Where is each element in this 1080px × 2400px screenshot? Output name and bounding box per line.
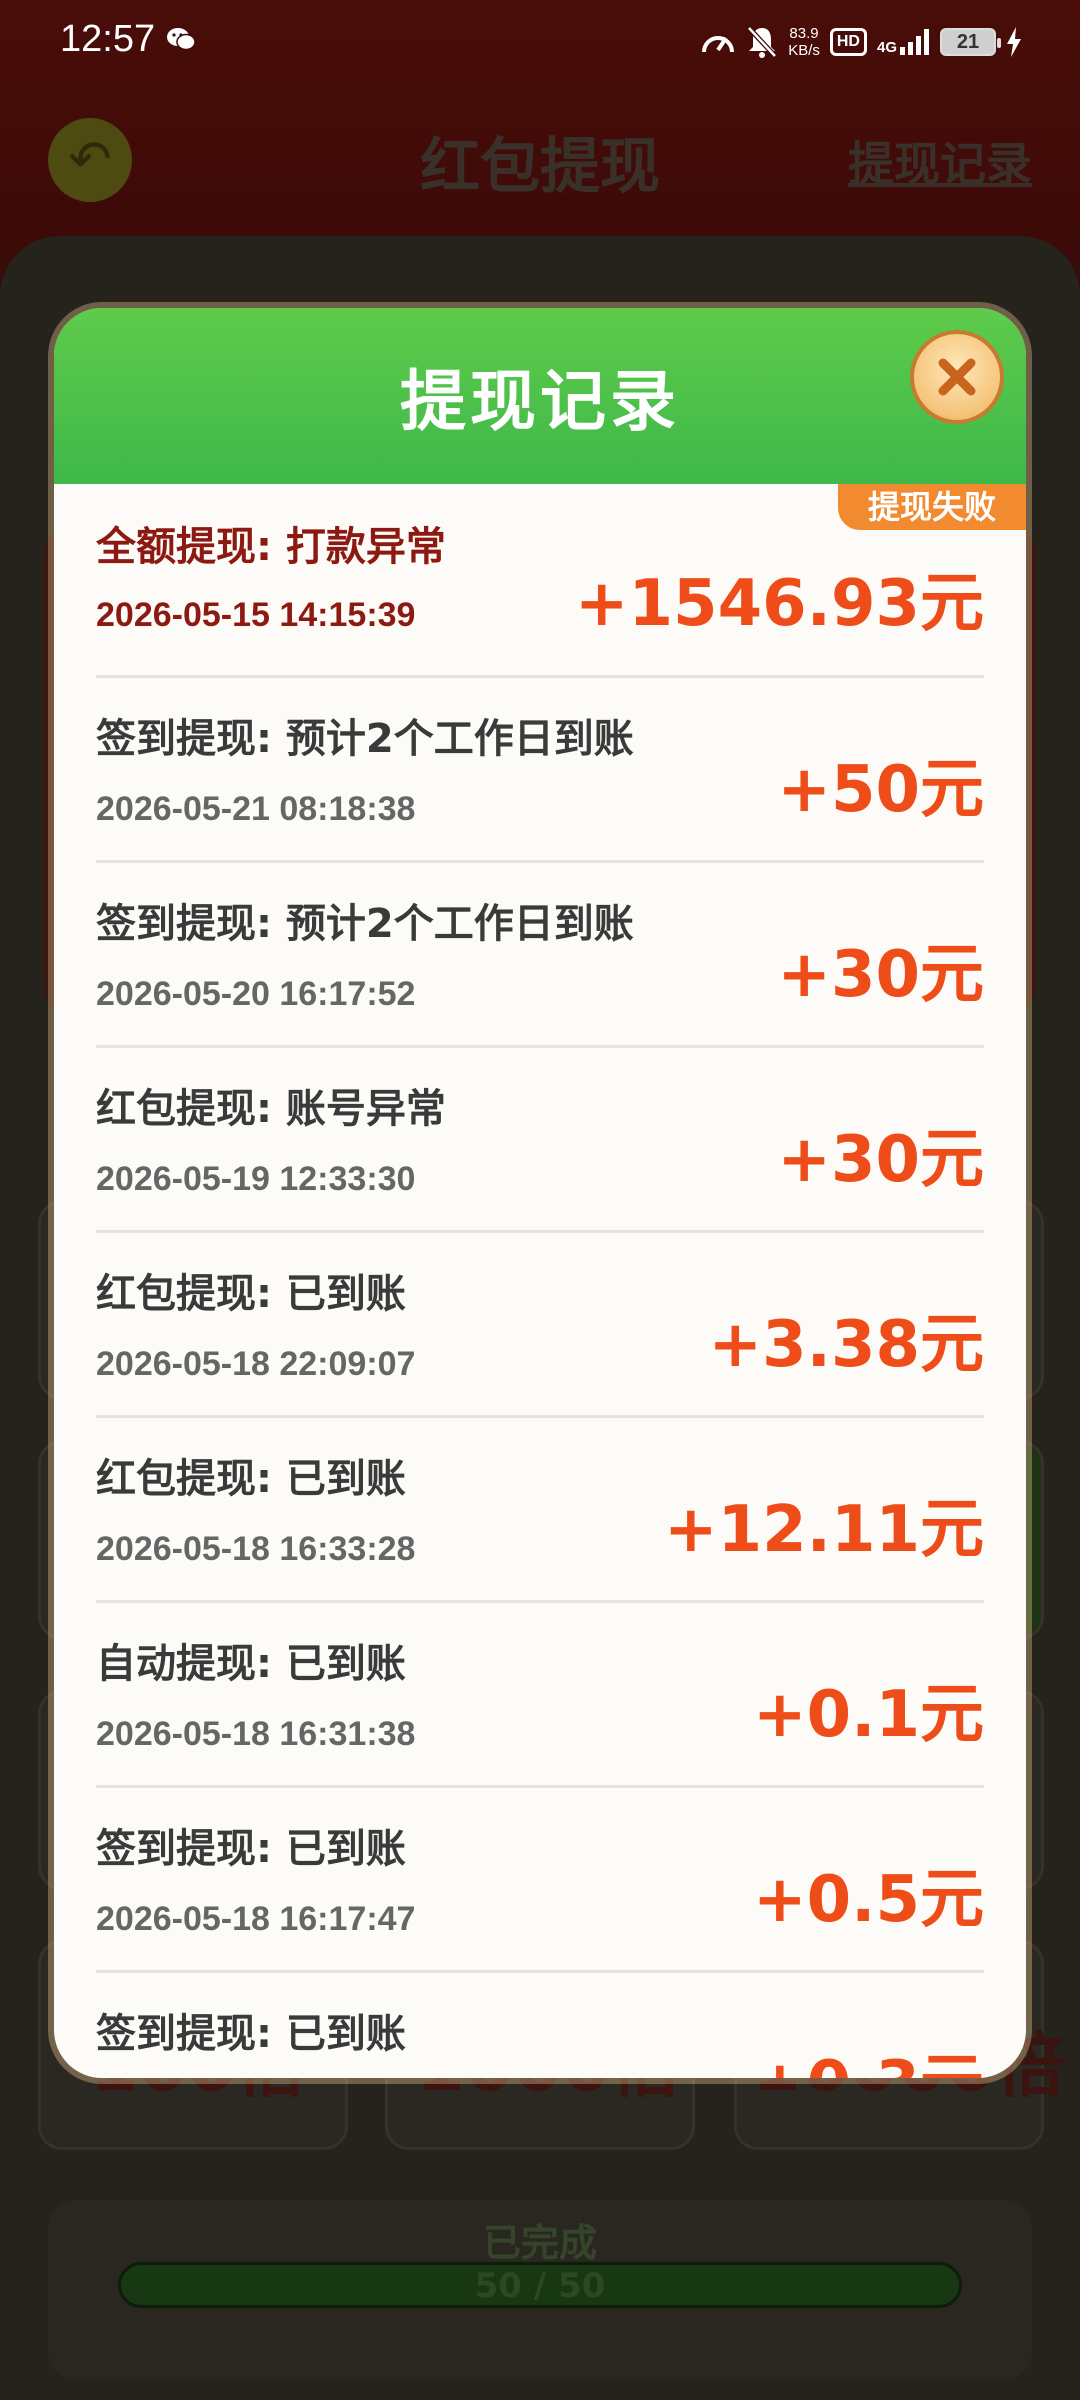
signal-bars-icon bbox=[900, 29, 929, 55]
record-amount: +0.1元 bbox=[753, 1678, 984, 1752]
mute-bell-icon bbox=[747, 26, 778, 58]
record-amount: +0.3元 bbox=[753, 2033, 984, 2078]
record-item[interactable]: 签到提现: 预计2个工作日到账 2026-05-20 16:17:52 +30元 bbox=[96, 863, 984, 1048]
modal-header: 提现记录 bbox=[54, 308, 1026, 484]
charging-bolt-icon bbox=[1007, 27, 1021, 57]
modal-title: 提现记录 bbox=[400, 363, 680, 440]
record-time: 2026-05-20 16:17:52 bbox=[96, 975, 416, 1013]
net-speed-unit: KB/s bbox=[788, 42, 820, 59]
record-item[interactable]: 红包提现: 已到账 2026-05-18 16:33:28 +12.11元 bbox=[96, 1418, 984, 1603]
record-time: 2026-05-19 12:33:30 bbox=[96, 1160, 416, 1198]
close-icon bbox=[938, 358, 976, 396]
record-title: 红包提现: 已到账 bbox=[96, 1456, 406, 1502]
record-item[interactable]: 签到提现: 已到账 +0.3元 bbox=[96, 1973, 984, 2078]
record-item[interactable]: 红包提现: 已到账 2026-05-18 22:09:07 +3.38元 bbox=[96, 1233, 984, 1418]
record-title: 自动提现: 已到账 bbox=[96, 1641, 406, 1687]
status-time: 12:57 bbox=[60, 18, 156, 60]
close-button[interactable] bbox=[910, 330, 1004, 424]
battery-icon: 21 bbox=[940, 28, 1001, 56]
done-label: 已完成 bbox=[482, 2221, 597, 2265]
record-time: 2026-05-18 16:31:38 bbox=[96, 1715, 416, 1753]
record-amount: +3.38元 bbox=[708, 1308, 984, 1382]
withdraw-record-link[interactable]: 提现记录 bbox=[848, 128, 1032, 194]
record-amount: +30元 bbox=[777, 1123, 984, 1197]
record-item[interactable]: 红包提现: 账号异常 2026-05-19 12:33:30 +30元 bbox=[96, 1048, 984, 1233]
record-title: 全额提现: 打款异常 bbox=[96, 524, 446, 570]
status-bar: 12:57 83.9 KB/s HD 4G 21 bbox=[0, 0, 1080, 82]
record-time: 2026-05-15 14:15:39 bbox=[96, 596, 416, 634]
record-amount: +30元 bbox=[777, 938, 984, 1012]
record-title: 红包提现: 账号异常 bbox=[96, 1086, 446, 1132]
record-item[interactable]: 签到提现: 预计2个工作日到账 2026-05-21 08:18:38 +50元 bbox=[96, 678, 984, 863]
record-list[interactable]: 全额提现: 打款异常 2026-05-15 14:15:39 +1546.93元… bbox=[96, 484, 984, 2078]
record-title: 签到提现: 预计2个工作日到账 bbox=[96, 901, 634, 947]
record-time: 2026-05-18 22:09:07 bbox=[96, 1345, 416, 1383]
record-amount: +0.5元 bbox=[753, 1863, 984, 1937]
speedometer-icon bbox=[702, 36, 735, 53]
net-speed-value: 83.9 bbox=[789, 25, 819, 42]
record-time: 2026-05-18 16:33:28 bbox=[96, 1530, 416, 1568]
status-icons: 83.9 KB/s HD 4G 21 bbox=[700, 22, 1022, 62]
progress-text: 50 / 50 bbox=[474, 2266, 606, 2306]
record-amount: +12.11元 bbox=[663, 1493, 984, 1567]
record-item[interactable]: 自动提现: 已到账 2026-05-18 16:31:38 +0.1元 bbox=[96, 1603, 984, 1788]
record-title: 签到提现: 已到账 bbox=[96, 1826, 406, 1872]
record-time: 2026-05-18 16:17:47 bbox=[96, 1900, 416, 1938]
hd-badge: HD bbox=[829, 28, 867, 56]
record-title: 签到提现: 已到账 bbox=[96, 2011, 406, 2057]
record-amount: +1546.93元 bbox=[574, 567, 984, 641]
record-amount: +50元 bbox=[777, 753, 984, 827]
wechat-icon bbox=[167, 28, 196, 51]
record-item[interactable]: 全额提现: 打款异常 2026-05-15 14:15:39 +1546.93元 bbox=[96, 484, 984, 678]
record-item[interactable]: 签到提现: 已到账 2026-05-18 16:17:47 +0.5元 bbox=[96, 1788, 984, 1973]
network-label: 4G bbox=[876, 39, 897, 56]
record-time: 2026-05-21 08:18:38 bbox=[96, 790, 416, 828]
record-title: 红包提现: 已到账 bbox=[96, 1271, 406, 1317]
net-speed: 83.9 KB/s bbox=[788, 25, 820, 59]
record-title: 签到提现: 预计2个工作日到账 bbox=[96, 716, 634, 762]
signal-icon: 4G bbox=[877, 29, 930, 55]
withdraw-record-modal: 提现记录 提现失败 全额提现: 打款异常 2026-05-15 14:15:39… bbox=[54, 308, 1026, 2078]
